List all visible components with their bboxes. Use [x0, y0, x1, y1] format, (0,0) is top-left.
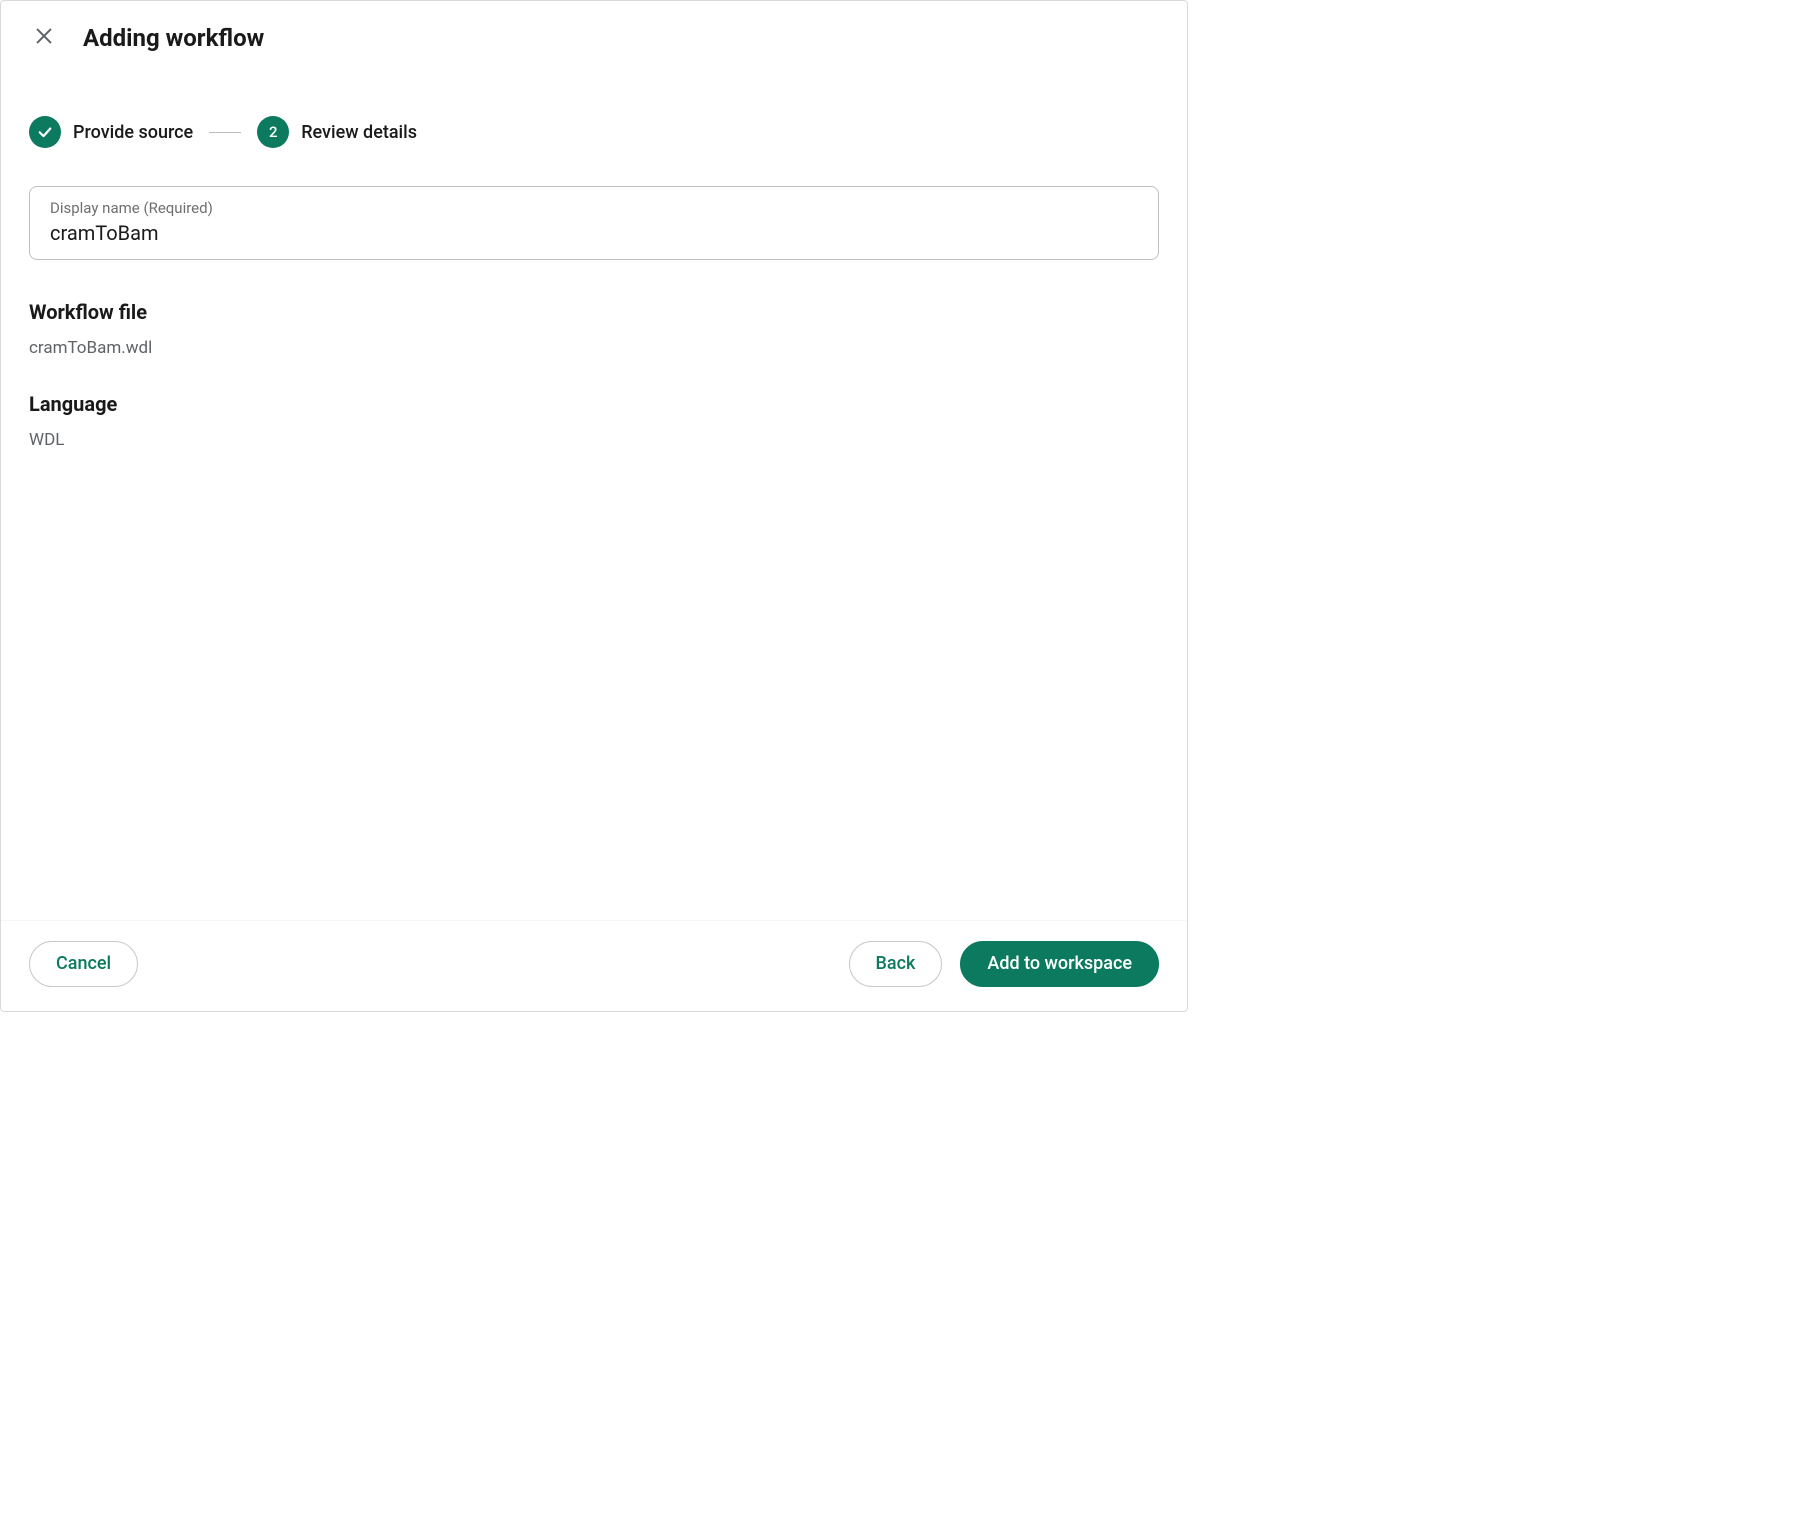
step-number-badge: 2: [257, 116, 289, 148]
add-to-workspace-button[interactable]: Add to workspace: [960, 941, 1159, 987]
close-icon: [33, 25, 55, 50]
back-button[interactable]: Back: [849, 941, 943, 987]
dialog-footer: Cancel Back Add to workspace: [1, 920, 1187, 1011]
cancel-button[interactable]: Cancel: [29, 941, 138, 987]
step-review-details[interactable]: 2 Review details: [257, 116, 417, 148]
check-icon: [36, 123, 54, 141]
step-provide-source[interactable]: Provide source: [29, 116, 193, 148]
step-completed-icon: [29, 116, 61, 148]
display-name-label: Display name (Required): [50, 199, 1138, 217]
language-heading: Language: [29, 392, 1159, 416]
display-name-input[interactable]: [50, 221, 1138, 245]
dialog-content: Provide source 2 Review details Display …: [1, 68, 1187, 920]
dialog-title: Adding workflow: [83, 24, 264, 52]
display-name-field[interactable]: Display name (Required): [29, 186, 1159, 260]
adding-workflow-dialog: Adding workflow Provide source 2 Review …: [0, 0, 1188, 1012]
dialog-header: Adding workflow: [1, 1, 1187, 68]
step-label: Review details: [301, 122, 417, 143]
step-connector: [209, 132, 241, 133]
workflow-file-value: cramToBam.wdl: [29, 338, 1159, 358]
stepper: Provide source 2 Review details: [29, 116, 1159, 148]
step-label: Provide source: [73, 122, 193, 143]
close-button[interactable]: [29, 21, 59, 54]
language-value: WDL: [29, 430, 1159, 450]
workflow-file-heading: Workflow file: [29, 300, 1159, 324]
